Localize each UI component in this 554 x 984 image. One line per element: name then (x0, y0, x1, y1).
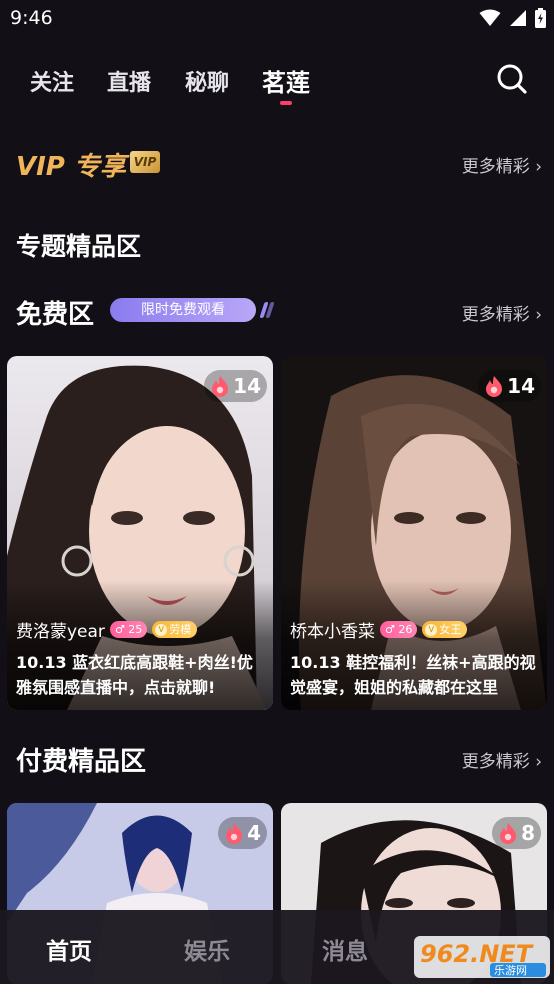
bottom-nav-messages[interactable]: 消息 (322, 932, 368, 966)
anchor-info: 费洛蒙year ♂ 25 V 劳模 (16, 617, 198, 642)
level-value: 26 (398, 623, 413, 636)
hot-count: 8 (521, 821, 535, 845)
fire-icon (500, 823, 517, 844)
signal-icon (510, 10, 526, 26)
status-time: 9:46 (10, 7, 53, 29)
battery-icon (535, 8, 546, 28)
fire-icon (212, 376, 229, 397)
card-description: 10.13 蓝衣红底高跟鞋+肉丝!优雅氛围感直播中，点击就聊! (16, 653, 253, 697)
anchor-info: 桥本小香菜 ♂ 26 V 女王 (290, 617, 468, 642)
hot-count: 14 (233, 374, 261, 398)
watermark-subtext: 乐游网 (494, 964, 527, 977)
tab-follow[interactable]: 关注 (30, 65, 74, 97)
hot-count: 14 (507, 374, 535, 398)
anchor-name: 桥本小香菜 (290, 622, 375, 642)
tab-minglian[interactable]: 茗莲 (262, 63, 310, 98)
top-nav: 关注 直播 秘聊 茗莲 (0, 55, 554, 105)
level-value: 25 (128, 623, 143, 636)
tab-private-chat[interactable]: 秘聊 (185, 65, 229, 97)
free-card-1[interactable]: 14 费洛蒙year ♂ 25 V 劳模 10.13 蓝衣红底高跟鞋+肉丝!优雅氛… (7, 356, 273, 710)
card-description: 10.13 鞋控福利！丝袜+高跟的视觉盛宴，姐姐的私藏都在这里 (290, 653, 536, 697)
free-more-link[interactable]: 更多精彩 › (462, 300, 542, 325)
status-bar: 9:46 (0, 0, 554, 38)
role-label: 劳模 (169, 623, 192, 636)
active-tab-indicator (280, 101, 292, 105)
free-card-2[interactable]: 14 桥本小香菜 ♂ 26 V 女王 10.13 鞋控福利！丝袜+高跟的视觉盛宴，… (281, 356, 547, 710)
fire-icon (226, 823, 243, 844)
paid-section-title: 付费精品区 (16, 747, 147, 777)
role-icon: V (155, 623, 168, 636)
fire-icon (486, 376, 503, 397)
hot-badge: 14 (478, 370, 541, 402)
hot-badge: 8 (492, 817, 541, 849)
free-section-title: 免费区 (16, 300, 95, 330)
bottom-nav-entertainment[interactable]: 娱乐 (184, 932, 230, 966)
role-badge: V 劳模 (152, 621, 198, 638)
hot-badge: 14 (204, 370, 267, 402)
role-badge: V 女王 (422, 621, 468, 638)
vip-section-title: VIP 专享 (16, 152, 126, 182)
anchor-name: 费洛蒙year (16, 622, 105, 642)
wifi-icon (479, 9, 501, 26)
paid-more-link[interactable]: 更多精彩 › (462, 747, 542, 772)
level-badge: ♂ 25 (109, 621, 148, 638)
site-watermark-logo: 962.NET 乐游网 (414, 936, 550, 978)
role-label: 女王 (439, 623, 462, 636)
hot-count: 4 (247, 821, 261, 845)
role-icon: V (425, 623, 438, 636)
status-icons (479, 8, 546, 28)
level-badge: ♂ 26 (380, 621, 418, 638)
free-limited-pill: 限时免费观看 (110, 298, 256, 322)
tab-live[interactable]: 直播 (107, 65, 151, 97)
hot-badge: 4 (218, 817, 267, 849)
vip-badge-icon: VIP (130, 151, 160, 173)
search-icon[interactable] (496, 63, 528, 95)
topics-section-title: 专题精品区 (16, 232, 142, 261)
bottom-nav-home[interactable]: 首页 (46, 932, 92, 966)
vip-more-link[interactable]: 更多精彩 › (462, 152, 542, 177)
